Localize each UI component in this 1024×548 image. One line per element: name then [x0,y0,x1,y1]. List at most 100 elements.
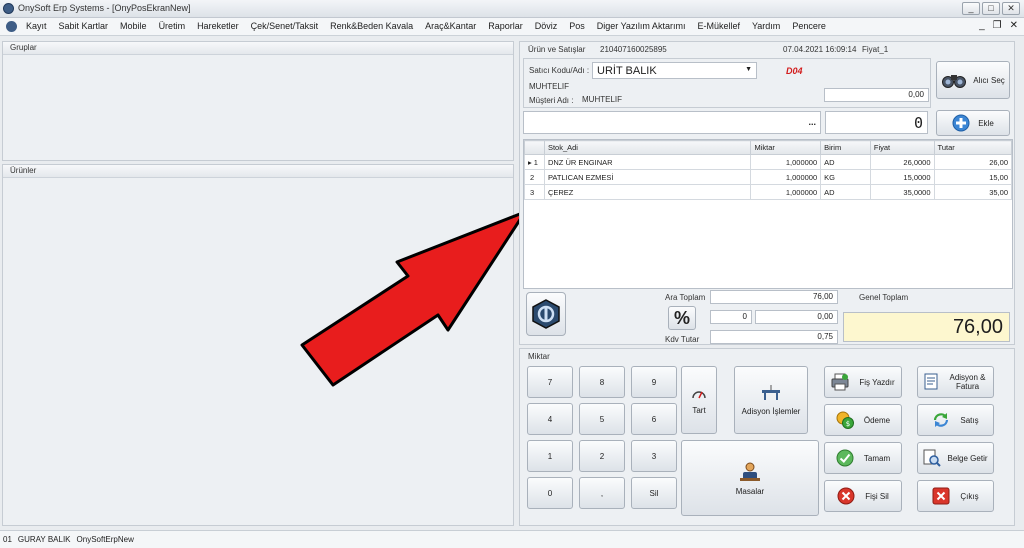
table-row[interactable]: 2 PATLICAN EZMESİ 1,000000 KG 15,0000 15,00 [524,169,1012,185]
company-logo-button[interactable] [526,292,566,336]
cell-price: 15,0000 [869,169,935,185]
cell-price: 35,0000 [869,184,935,200]
cell-unit: AD [820,154,871,170]
column-header[interactable]: Tutar [933,140,1012,155]
tamam-button[interactable]: Tamam [824,442,902,474]
sale-items-table: Stok_Adi Miktar Birim Fiyat Tutar ▸ 1 DNZ … [524,140,1012,200]
column-header[interactable]: Stok_Adi [543,140,752,155]
keypad-key-4[interactable]: 4 [527,403,573,435]
keypad-key-3[interactable]: 3 [631,440,677,472]
sale-items-grid: Stok_Adi Miktar Birim Fiyat Tutar ▸ 1 DNZ … [523,139,1013,289]
chevron-down-icon: ▼ [745,66,752,73]
code-badge: D04 [786,66,803,76]
keypad-key-9[interactable]: 9 [631,366,677,398]
adisyon-islemler-label: Adisyon İşlemler [741,406,801,416]
satis-label: Satış [960,415,979,425]
column-header[interactable]: Miktar [750,140,822,155]
fisi-sil-label: Fişi Sil [865,491,889,501]
delete-circle-icon [837,487,855,505]
discount-amount-field[interactable]: 0,00 [755,310,838,324]
cikis-label: Çıkış [960,491,979,501]
cell-qty: 1,000000 [750,154,822,170]
fisi-sil-button[interactable]: Fişi Sil [824,480,902,512]
fis-yazdir-button[interactable]: Fiş Yazdır [824,366,902,398]
row-number: 1 [533,157,538,167]
row-number: 3 [530,187,535,197]
seller-sub: MUHTELIF [529,82,569,91]
select-customer-label: Alıcı Seç [973,75,1005,85]
odeme-label: Ödeme [863,415,891,425]
status-bar: 01 GURAY BALIK OnySoftErpNew [0,530,1024,548]
cikis-button[interactable]: Çıkış [917,480,994,512]
vat-field: 0,75 [710,330,838,344]
keypad-key-8[interactable]: 8 [579,366,625,398]
barcode-browse-button[interactable]: ... [808,117,816,127]
sale-panel: Ürün ve Satışlar 210407160025895 07.04.2… [519,41,1015,345]
percent-icon: % [673,307,690,328]
exit-icon [932,487,950,505]
subtotal-field: 76,00 [710,290,838,304]
vat-value: 0,75 [817,332,833,341]
adisyon-fatura-button[interactable]: Adisyon & Fatura [917,366,994,398]
belge-getir-button[interactable]: Belge Getir [917,442,994,474]
balance-value: 0,00 [908,90,924,99]
fis-yazdir-label: Fiş Yazdır [859,377,895,387]
seller-select[interactable]: URİT BALIK ▼ [592,62,757,79]
odeme-button[interactable]: $ Ödeme [824,404,902,436]
coins-icon: $ [836,411,854,429]
satis-button[interactable]: Satış [917,404,994,436]
keypad-key-delete[interactable]: Sil [631,477,677,509]
column-header[interactable]: Fiyat [869,140,935,155]
table-row[interactable]: ▸ 1 DNZ ÜR ENGINAR 1,000000 AD 26,0000 26,00 [524,154,1012,170]
keypad-key-6[interactable]: 6 [631,403,677,435]
discount-amount-value: 0,00 [817,312,833,321]
select-customer-button[interactable]: Alıcı Seç [936,61,1010,99]
svg-text:$: $ [846,420,850,428]
add-label: Ekle [978,118,994,128]
sale-datetime: 07.04.2021 16:09:14 [783,45,857,54]
keypad-panel: Miktar 7 8 9 4 5 6 1 2 3 0, Sil Tart Adisyon İşlem… [519,348,1015,526]
keypad-title: Miktar [528,352,550,361]
customer-box: Satıcı Kodu/Adı : URİT BALIK ▼ D04 MUHTE… [523,58,931,108]
check-circle-icon [836,449,854,467]
adisyon-fatura-label: Adisyon & Fatura [949,373,986,391]
scale-gauge-icon [692,390,706,398]
keypad-key-7[interactable]: 7 [527,366,573,398]
status-user: GURAY BALIK [17,535,71,544]
seller-label: Satıcı Kodu/Adı : [529,66,590,75]
discount-percent-field[interactable]: 0 [710,310,752,324]
keypad-key-0[interactable]: 0 [527,477,573,509]
grand-total-value: 76,00 [952,316,1003,338]
refresh-icon [934,413,949,427]
cell-qty: 1,000000 [750,169,822,185]
sale-panel-title: Ürün ve Satışlar [528,45,586,54]
keypad-key-2[interactable]: 2 [579,440,625,472]
discount-percent-button[interactable]: % [668,306,696,330]
adisyon-islemler-button[interactable]: Adisyon İşlemler [734,366,808,434]
keypad-key-comma[interactable]: , [579,477,625,509]
cell-qty: 1,000000 [750,184,822,200]
tart-button[interactable]: Tart [681,366,717,434]
add-button[interactable]: Ekle [936,110,1010,136]
company-logo-icon [532,299,560,329]
table-row[interactable]: 3 ÇEREZ 1,000000 AD 35,0000 35,00 [524,184,1012,200]
plus-circle-icon [952,114,970,132]
masalar-button[interactable]: Masalar [681,440,819,516]
cell-name: DNZ ÜR ENGINAR [543,154,752,170]
row-number-cell: ▸ 1 [524,154,545,170]
grand-total-display: 76,00 [843,312,1010,342]
vat-label: Kdv Tutar [665,335,700,344]
barcode-input[interactable]: ... [523,111,821,134]
status-app: OnySoftErpNew [76,535,134,544]
column-header[interactable] [524,140,545,155]
keypad-key-1[interactable]: 1 [527,440,573,472]
cell-name: PATLICAN EZMESİ [543,169,752,185]
table-header-row: Stok_Adi Miktar Birim Fiyat Tutar [524,140,1012,155]
quantity-input[interactable]: 0 [825,111,928,134]
customer-label: Müşteri Adı : [529,96,574,105]
tamam-label: Tamam [863,453,891,463]
column-header[interactable]: Birim [820,140,871,155]
document-number: 210407160025895 [600,45,667,54]
balance-field: 0,00 [824,88,929,102]
keypad-key-5[interactable]: 5 [579,403,625,435]
